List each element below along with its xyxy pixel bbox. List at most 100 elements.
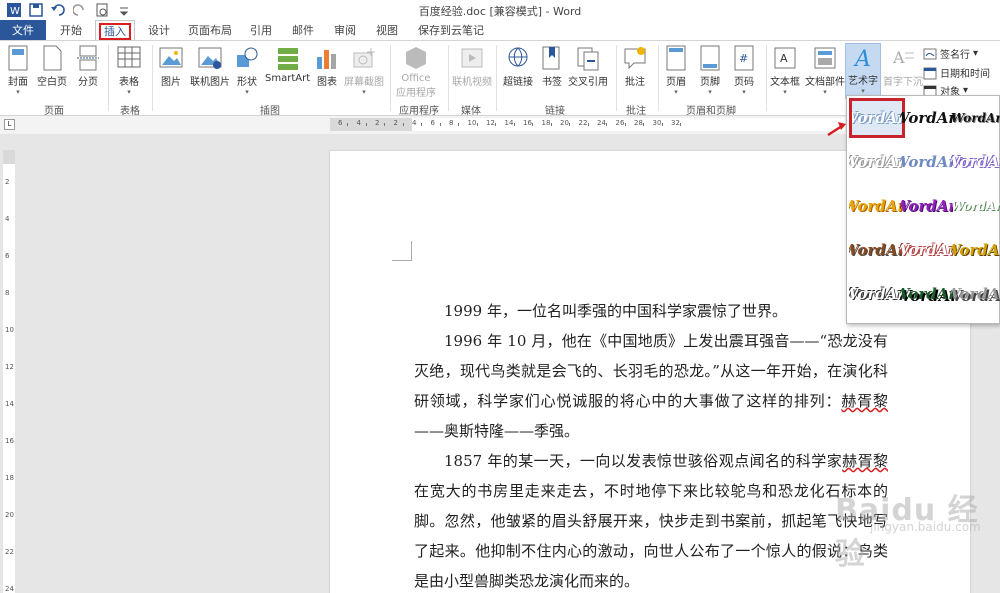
header-button[interactable]: 页眉 ▾ [664, 45, 688, 96]
wordart-style-2[interactable]: WordArt [900, 98, 956, 138]
smartart-button[interactable]: SmartArt [265, 45, 310, 84]
ruler-number: 32 [671, 119, 680, 127]
quick-parts-button[interactable]: 文档部件 ▾ [805, 45, 845, 96]
tab-design[interactable]: 设计 [142, 20, 176, 41]
ruler-number: 18 [5, 474, 14, 482]
wordart-style-7[interactable]: WordArt [849, 186, 905, 226]
bookmark-button[interactable]: 书签 [539, 45, 565, 88]
ruler-number: 2 [393, 119, 398, 127]
page-break-icon [77, 45, 99, 71]
wordart-style-10[interactable]: WordArt [849, 230, 905, 270]
hyperlink-label: 超链接 [503, 77, 533, 88]
shapes-label: 形状 [237, 77, 257, 88]
hyperlink-button[interactable]: 超链接 [503, 45, 533, 88]
tab-view[interactable]: 视图 [372, 20, 402, 41]
wordart-button[interactable]: A 艺术字 ▾ [845, 43, 881, 99]
ruler-number: 18 [541, 119, 551, 127]
spelling-error-text: 赫胥黎 [841, 392, 888, 410]
vertical-ruler[interactable]: 2 4 6 8 10 12 14 16 18 20 22 24 [3, 150, 15, 593]
tab-home[interactable]: 开始 [54, 20, 88, 41]
ruler-tick [384, 123, 385, 126]
shapes-button[interactable]: 形状 ▾ [234, 45, 260, 96]
tab-review[interactable]: 审阅 [330, 20, 360, 41]
wordart-gallery: WordArtWordArtWordArtWordArtWordArtWordA… [846, 95, 1000, 324]
textbox-button[interactable]: A 文本框 ▾ [770, 45, 800, 96]
wordart-label: 艺术字 [848, 76, 878, 87]
page-break-button[interactable]: 分页 [76, 45, 100, 88]
ruler-number: 10 [467, 119, 477, 127]
screenshot-label: 屏幕截图 [344, 77, 384, 88]
date-time-button[interactable]: 日期和时间 [923, 65, 990, 80]
wordart-style-15[interactable]: WordArt [951, 274, 1000, 314]
tab-insert[interactable]: 插入 [95, 20, 135, 41]
svg-text:#: # [739, 52, 748, 65]
wordart-style-5[interactable]: WordArt [900, 142, 956, 182]
online-video-label: 联机视频 [452, 77, 492, 88]
online-video-button[interactable]: 联机视频 [452, 45, 492, 88]
tab-insert-label: 插入 [99, 23, 131, 40]
wordart-style-6[interactable]: WordArt [951, 142, 1000, 182]
cross-reference-button[interactable]: 交叉引用 [568, 45, 608, 88]
tab-page-layout[interactable]: 页面布局 [184, 20, 236, 41]
page-number-button[interactable]: # 页码 ▾ [732, 45, 756, 96]
wordart-style-1[interactable]: WordArt [849, 98, 905, 138]
red-arrow-icon [827, 122, 846, 137]
tab-file[interactable]: 文件 [0, 20, 46, 41]
group-label-tables: 表格 [120, 106, 140, 117]
drop-cap-button[interactable]: A 首字下沉 [883, 45, 923, 88]
smartart-icon [277, 48, 298, 70]
comment-button[interactable]: 批注 [622, 45, 648, 88]
office-apps-button[interactable]: Office 应用程序 [396, 45, 436, 99]
watermark-url: jingyan.baidu.com [870, 520, 981, 534]
wordart-style-13[interactable]: WordArt [849, 274, 905, 314]
ruler-number: 24 [597, 119, 606, 127]
online-picture-icon [198, 47, 222, 69]
footer-label: 页脚 [700, 77, 720, 88]
dropdown-arrow-icon: ▾ [973, 48, 979, 59]
ruler-tick [458, 123, 459, 126]
cover-page-button[interactable]: 封面 ▾ [6, 45, 30, 96]
blank-page-button[interactable]: 空白页 [37, 45, 67, 88]
wordart-style-12[interactable]: WordArt [951, 230, 1000, 270]
footer-button[interactable]: 页脚 ▾ [698, 45, 722, 96]
picture-button[interactable]: 图片 [158, 45, 184, 88]
screenshot-button[interactable]: 屏幕截图 ▾ [344, 45, 384, 96]
tab-selector[interactable]: L [4, 119, 15, 130]
svg-text:A: A [780, 52, 788, 65]
wordart-style-8[interactable]: WordArt [900, 186, 956, 226]
picture-label: 图片 [161, 77, 181, 88]
online-picture-button[interactable]: 联机图片 [190, 45, 230, 88]
document-body[interactable]: 1999 年，一位名叫季强的中国科学家震惊了世界。 1996 年 10 月，他在… [414, 296, 888, 593]
header-label: 页眉 [666, 77, 686, 88]
ruler-number: 6 [430, 119, 435, 127]
wordart-style-14[interactable]: WordArt [900, 274, 956, 314]
tab-references[interactable]: 引用 [246, 20, 276, 41]
chart-button[interactable]: 图表 [314, 45, 340, 88]
wordart-style-9[interactable]: WordArt [951, 186, 1000, 226]
picture-icon [159, 47, 183, 68]
ruler-number: 24 [5, 585, 14, 593]
drop-cap-label: 首字下沉 [883, 77, 923, 88]
horizontal-ruler[interactable]: 6 4 2 2 4 6 8 10 12 14 16 18 20 22 24 26 28 30 32 [330, 118, 845, 131]
wordart-style-4[interactable]: WordArt [849, 142, 905, 182]
screenshot-icon [353, 48, 375, 68]
ruler-number: 4 [5, 215, 10, 223]
dropdown-arrow-icon: ▾ [861, 87, 865, 95]
ruler-tick [439, 123, 441, 126]
signature-line-icon [923, 48, 937, 59]
group-label-pages: 页面 [44, 106, 64, 117]
tab-mailings[interactable]: 邮件 [288, 20, 318, 41]
wordart-style-11[interactable]: WordArt [900, 230, 956, 270]
group-label-media: 媒体 [461, 106, 481, 117]
text-run: 1857 年的某一天，一向以发表惊世骇俗观点闻名的科学家 [444, 452, 843, 470]
signature-line-button[interactable]: 签名行 ▾ [923, 46, 978, 61]
group-label-header-footer: 页眉和页脚 [686, 106, 736, 117]
tab-save-cloud-note[interactable]: 保存到云笔记 [418, 20, 484, 41]
table-button[interactable]: 表格 ▾ [116, 45, 142, 96]
ruler-tick [569, 123, 570, 126]
ruler-tick [550, 123, 552, 126]
wordart-style-3[interactable]: WordArt [951, 98, 1000, 138]
footer-icon [700, 45, 720, 71]
blank-page-label: 空白页 [37, 77, 67, 88]
paragraph: 1999 年，一位名叫季强的中国科学家震惊了世界。 [444, 302, 787, 320]
